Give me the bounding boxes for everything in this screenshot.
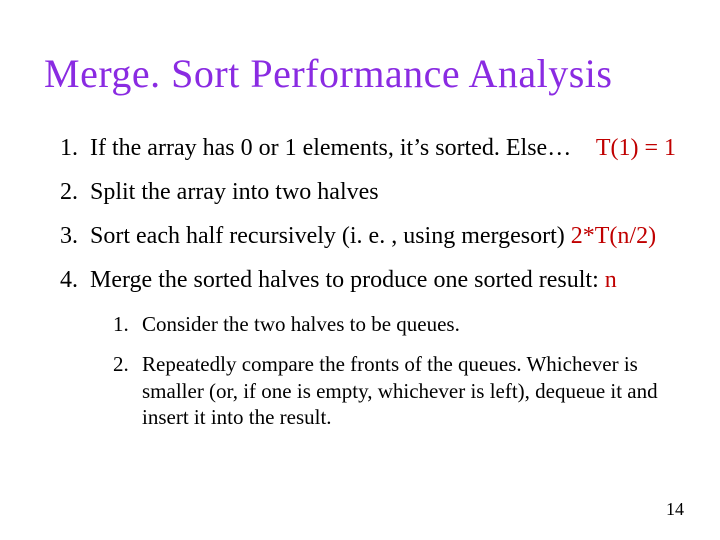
step-4: Merge the sorted halves to produce one s… (84, 265, 676, 430)
page-number: 14 (666, 499, 684, 520)
step-4-text: Merge the sorted halves to produce one s… (90, 267, 605, 293)
step-2: Split the array into two halves (84, 177, 676, 207)
step-1-cost: T(1) = 1 (596, 133, 676, 163)
step-4-cost: n (605, 267, 617, 293)
step-3-cost: 2*T(n/2) (571, 223, 656, 249)
substep-1: Consider the two halves to be queues. (134, 311, 676, 337)
slide-title: Merge. Sort Performance Analysis (44, 50, 676, 97)
step-2-text: Split the array into two halves (90, 179, 379, 205)
step-1: If the array has 0 or 1 elements, it’s s… (84, 133, 676, 163)
step-3: Sort each half recursively (i. e. , usin… (84, 221, 676, 251)
slide: Merge. Sort Performance Analysis If the … (0, 0, 720, 540)
algorithm-steps: If the array has 0 or 1 elements, it’s s… (44, 133, 676, 430)
merge-substeps: Consider the two halves to be queues. Re… (90, 311, 676, 430)
step-3-text: Sort each half recursively (i. e. , usin… (90, 223, 571, 249)
substep-2: Repeatedly compare the fronts of the que… (134, 351, 676, 430)
step-1-text: If the array has 0 or 1 elements, it’s s… (90, 135, 571, 161)
